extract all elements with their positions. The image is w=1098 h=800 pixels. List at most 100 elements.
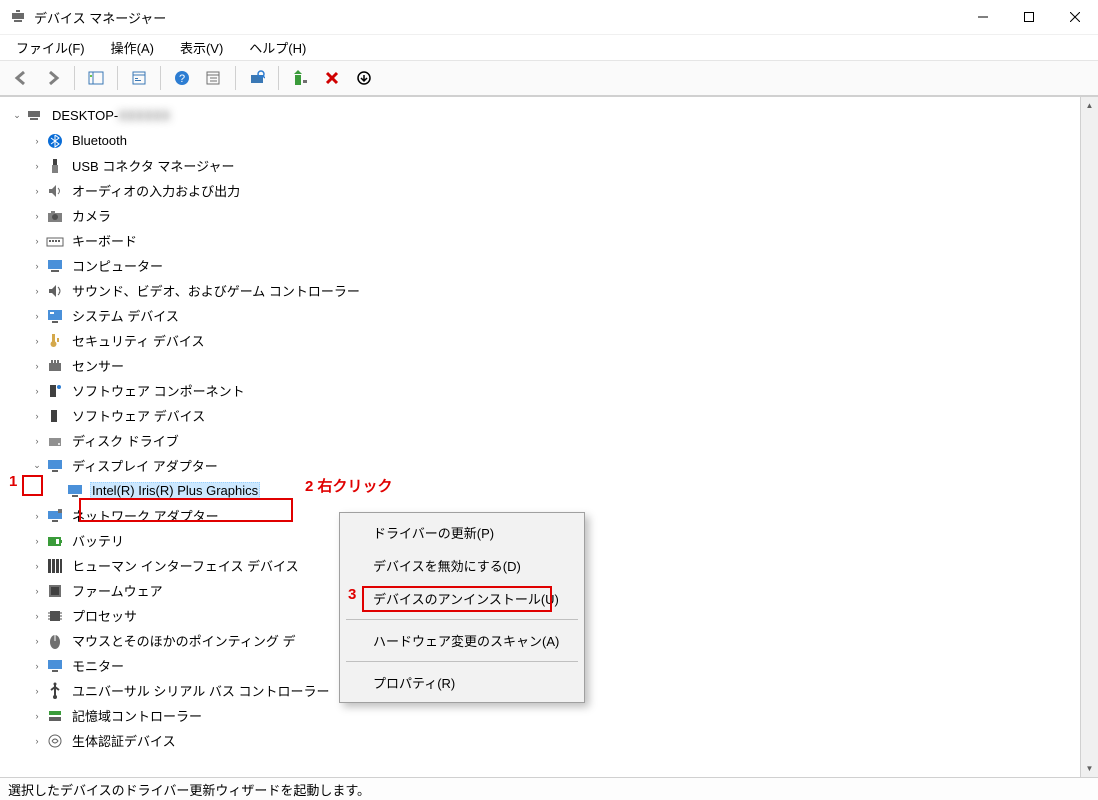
expand-icon[interactable]: › <box>30 634 44 648</box>
expand-icon[interactable]: › <box>30 159 44 173</box>
menu-help[interactable]: ヘルプ(H) <box>239 35 316 60</box>
close-button[interactable] <box>1052 0 1098 34</box>
app-icon <box>10 9 26 25</box>
device-tree[interactable]: ⌄ DESKTOP-XXXXXX ›Bluetooth›USB コネクタ マネージャ… <box>0 97 1080 777</box>
sound-icon <box>46 282 64 300</box>
tree-item-swdevice[interactable]: › ソフトウェア デバイス <box>30 403 1080 428</box>
tree-item-keyboard[interactable]: ›キーボード <box>30 228 1080 253</box>
expand-icon[interactable]: › <box>30 134 44 148</box>
expand-icon[interactable]: › <box>30 434 44 448</box>
tree-item-label: バッテリ <box>70 530 126 551</box>
action-sheet-button[interactable] <box>199 64 229 92</box>
uninstall-device-button[interactable] <box>317 64 347 92</box>
mouse-icon <box>46 632 64 650</box>
expand-icon[interactable]: › <box>30 559 44 573</box>
network-icon <box>46 507 64 525</box>
battery-icon <box>46 532 64 550</box>
context-menu-properties[interactable]: プロパティ(R) <box>343 666 581 699</box>
back-button[interactable] <box>6 64 36 92</box>
leaf-spacer <box>50 484 64 498</box>
scan-hardware-button[interactable] <box>242 64 272 92</box>
tree-item-swcomponent[interactable]: ›ソフトウェア コンポーネント <box>30 378 1080 403</box>
window-title: デバイス マネージャー <box>34 8 166 27</box>
tree-item-sensor[interactable]: ›センサー <box>30 353 1080 378</box>
vertical-scrollbar[interactable]: ▲ ▼ <box>1080 97 1098 777</box>
expand-icon[interactable]: › <box>30 234 44 248</box>
properties-button[interactable] <box>124 64 154 92</box>
help-button[interactable]: ? <box>167 64 197 92</box>
tree-item-audio[interactable]: ›オーディオの入力および出力 <box>30 178 1080 203</box>
storage-icon <box>46 707 64 725</box>
firmware-icon <box>46 582 64 600</box>
tree-item-security[interactable]: ›セキュリティ デバイス <box>30 328 1080 353</box>
tree-root-node[interactable]: ⌄ DESKTOP-XXXXXX <box>10 103 1080 128</box>
menu-file[interactable]: ファイル(F) <box>6 35 95 60</box>
scroll-up-arrow[interactable]: ▲ <box>1081 97 1098 114</box>
maximize-button[interactable] <box>1006 0 1052 34</box>
context-menu-uninstall-device[interactable]: デバイスのアンインストール(U) <box>343 582 581 615</box>
expand-icon[interactable]: ⌄ <box>10 109 24 123</box>
expand-icon[interactable]: › <box>30 509 44 523</box>
statusbar: 選択したデバイスのドライバー更新ウィザードを起動します。 <box>0 777 1098 800</box>
show-hide-console-tree-button[interactable] <box>81 64 111 92</box>
computer-icon <box>46 257 64 275</box>
tree-item-storage[interactable]: ›記憶域コントローラー <box>30 703 1080 728</box>
tree-item-label: ネットワーク アダプター <box>70 505 221 526</box>
tree-item-sound[interactable]: ›サウンド、ビデオ、およびゲーム コントローラー <box>30 278 1080 303</box>
tree-item-label: プロセッサ <box>70 605 139 626</box>
forward-button[interactable] <box>38 64 68 92</box>
expand-icon[interactable]: › <box>30 584 44 598</box>
tree-item-disk[interactable]: ›ディスク ドライブ <box>30 428 1080 453</box>
svg-text:?: ? <box>179 73 185 85</box>
expand-icon[interactable]: › <box>30 184 44 198</box>
minimize-button[interactable] <box>960 0 1006 34</box>
disable-device-button[interactable] <box>349 64 379 92</box>
expand-icon[interactable]: › <box>30 384 44 398</box>
usbctrl-icon <box>46 682 64 700</box>
tree-root-label: DESKTOP-XXXXXX <box>50 107 172 124</box>
disk-icon <box>46 432 64 450</box>
toolbar: ? <box>0 61 1098 96</box>
expand-icon[interactable]: › <box>30 359 44 373</box>
tree-item-computer[interactable]: ›コンピューター <box>30 253 1080 278</box>
context-menu-update-driver[interactable]: ドライバーの更新(P) <box>343 516 581 549</box>
menu-view[interactable]: 表示(V) <box>170 35 233 60</box>
expand-icon[interactable]: › <box>30 209 44 223</box>
expand-icon[interactable]: › <box>30 334 44 348</box>
tree-item-bluetooth[interactable]: ›Bluetooth <box>30 128 1080 153</box>
tree-item-camera[interactable]: ›カメラ <box>30 203 1080 228</box>
context-menu-scan-changes[interactable]: ハードウェア変更のスキャン(A) <box>343 624 581 657</box>
tree-item-system[interactable]: ›システム デバイス <box>30 303 1080 328</box>
camera-icon <box>46 207 64 225</box>
expand-icon[interactable]: › <box>30 259 44 273</box>
tree-item-usb[interactable]: ›USB コネクタ マネージャー <box>30 153 1080 178</box>
expand-icon[interactable]: › <box>30 609 44 623</box>
menu-action[interactable]: 操作(A) <box>101 35 164 60</box>
expand-icon[interactable]: › <box>30 409 44 423</box>
tree-item-display[interactable]: ⌄ディスプレイ アダプター <box>30 453 1080 478</box>
tree-child-label: Intel(R) Iris(R) Plus Graphics <box>90 482 260 499</box>
tree-item-label: ヒューマン インターフェイス デバイス <box>70 555 301 576</box>
expand-icon[interactable]: › <box>30 709 44 723</box>
swdevice-icon <box>46 407 64 425</box>
tree-item-label: ユニバーサル シリアル バス コントローラー <box>70 680 331 701</box>
collapse-icon[interactable]: ⌄ <box>30 459 44 473</box>
expand-icon[interactable]: › <box>30 659 44 673</box>
audio-icon <box>46 182 64 200</box>
titlebar: デバイス マネージャー <box>0 0 1098 35</box>
tree-item-biometric[interactable]: › 生体認証デバイス <box>30 728 1080 753</box>
tree-item-label: ソフトウェア デバイス <box>70 405 207 426</box>
expand-icon[interactable]: › <box>30 734 44 748</box>
expand-icon[interactable]: › <box>30 284 44 298</box>
update-driver-button[interactable] <box>285 64 315 92</box>
tree-item-label: 生体認証デバイス <box>70 730 178 751</box>
expand-icon[interactable]: › <box>30 684 44 698</box>
display-icon <box>46 457 64 475</box>
scroll-down-arrow[interactable]: ▼ <box>1081 760 1098 777</box>
context-menu-disable-device[interactable]: デバイスを無効にする(D) <box>343 549 581 582</box>
usb-icon <box>46 157 64 175</box>
expand-icon[interactable]: › <box>30 534 44 548</box>
expand-icon[interactable]: › <box>30 309 44 323</box>
status-text: 選択したデバイスのドライバー更新ウィザードを起動します。 <box>8 780 370 799</box>
tree-child-display[interactable]: Intel(R) Iris(R) Plus Graphics <box>50 478 1080 503</box>
